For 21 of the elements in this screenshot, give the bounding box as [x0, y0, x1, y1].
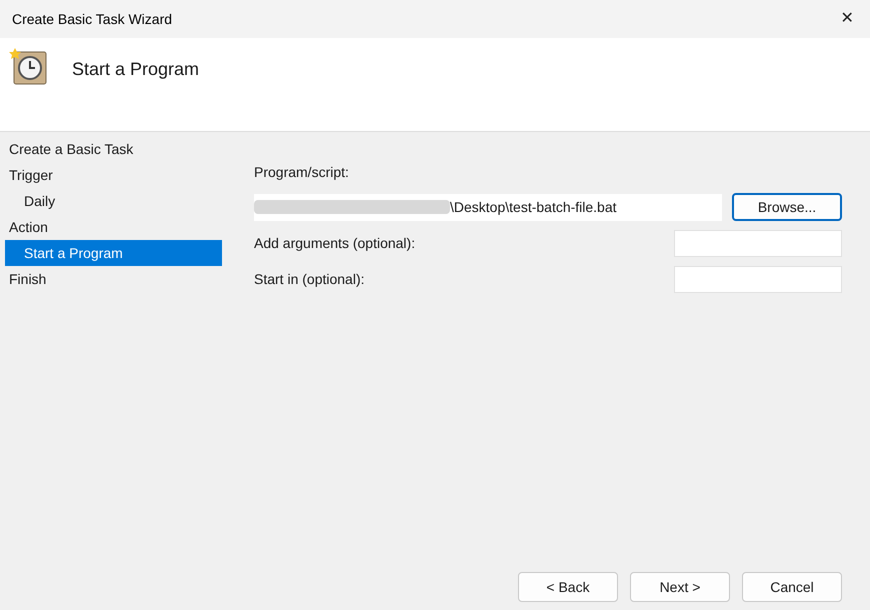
close-button[interactable]: ✕	[824, 0, 870, 38]
wizard-button[interactable]: < Back	[518, 572, 618, 602]
wizard-step: Action	[5, 214, 222, 240]
field-label: Program/script:	[254, 163, 350, 182]
input-field[interactable]	[674, 230, 842, 257]
wizard-step: Create a Basic Task	[5, 136, 222, 162]
window-title: Create Basic Task Wizard	[11, 10, 172, 28]
clock-icon	[8, 46, 48, 86]
page-title: Start a Program	[72, 58, 200, 81]
browse-button[interactable]: Browse...	[732, 193, 842, 221]
field-label: Add arguments (optional):	[254, 234, 416, 253]
wizard-step: Start a Program	[5, 240, 222, 266]
wizard-step: Finish	[5, 266, 222, 292]
field-label: Start in (optional):	[254, 270, 364, 289]
wizard-button[interactable]: Cancel	[742, 572, 842, 602]
field-value: \Desktop\test-batch-file.bat	[450, 198, 617, 217]
input-field[interactable]	[674, 266, 842, 293]
input-field[interactable]: \Desktop\test-batch-file.bat	[254, 194, 722, 220]
wizard-step: Daily	[5, 188, 222, 214]
wizard-button[interactable]: Next >	[630, 572, 730, 602]
wizard-step: Trigger	[5, 162, 222, 188]
